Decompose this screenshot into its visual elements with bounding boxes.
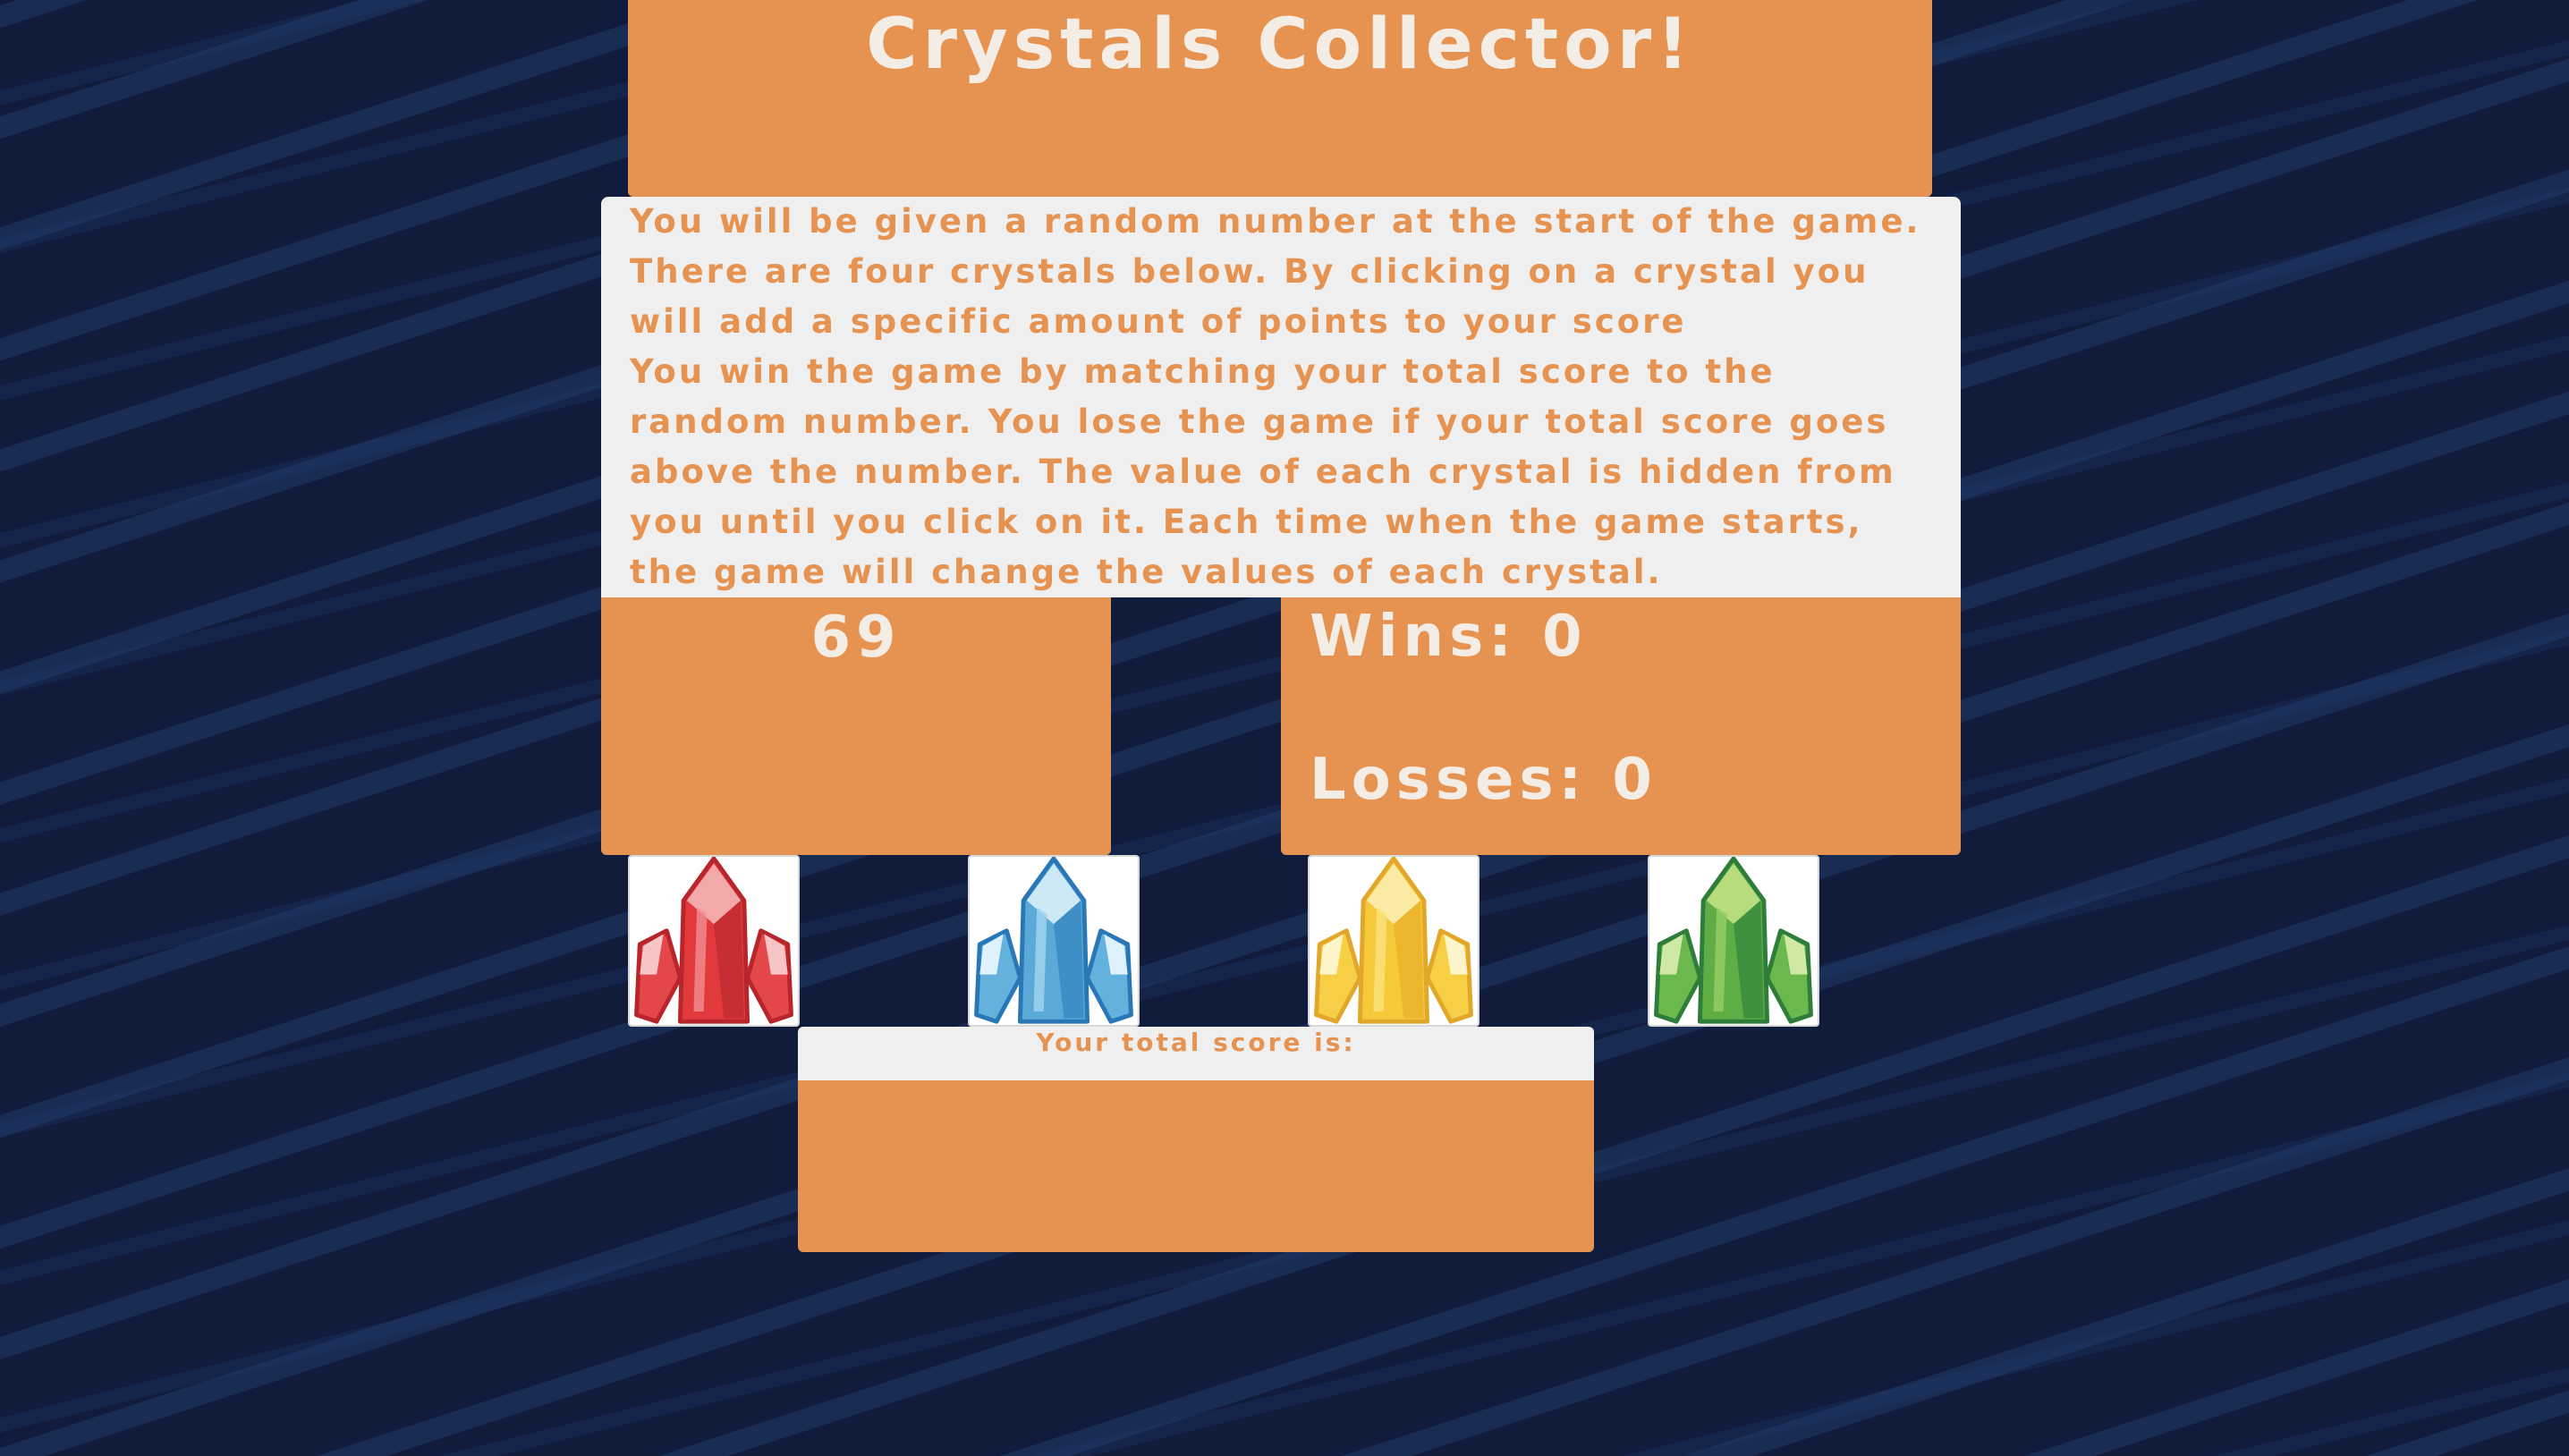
- score-label: Your total score is:: [1036, 1028, 1356, 1057]
- green-crystal-icon: [1654, 857, 1813, 1024]
- instructions-paragraph-1: You will be given a random number at the…: [630, 202, 1921, 341]
- target-number: 69: [810, 605, 902, 671]
- green-crystal-button[interactable]: [1648, 855, 1819, 1027]
- blue-crystal-icon: [974, 857, 1133, 1024]
- red-crystal-icon: [634, 857, 793, 1024]
- wins-counter: Wins: 0: [1310, 604, 1588, 670]
- score-label-panel: Your total score is:: [798, 1027, 1594, 1080]
- instructions-panel: You will be given a random number at the…: [601, 197, 1961, 597]
- yellow-crystal-icon: [1314, 857, 1473, 1024]
- losses-counter: Losses: 0: [1310, 747, 1658, 813]
- red-crystal-button[interactable]: [628, 855, 800, 1027]
- title-panel: Crystals Collector!: [628, 0, 1932, 197]
- yellow-crystal-button[interactable]: [1308, 855, 1480, 1027]
- blue-crystal-button[interactable]: [968, 855, 1140, 1027]
- target-number-panel: 69: [601, 597, 1111, 855]
- record-panel: Wins: 0 Losses: 0: [1281, 597, 1961, 855]
- score-panel: [798, 1080, 1594, 1252]
- instructions-paragraph-2: You win the game by matching your total …: [630, 352, 1896, 591]
- page-title: Crystals Collector!: [866, 4, 1694, 85]
